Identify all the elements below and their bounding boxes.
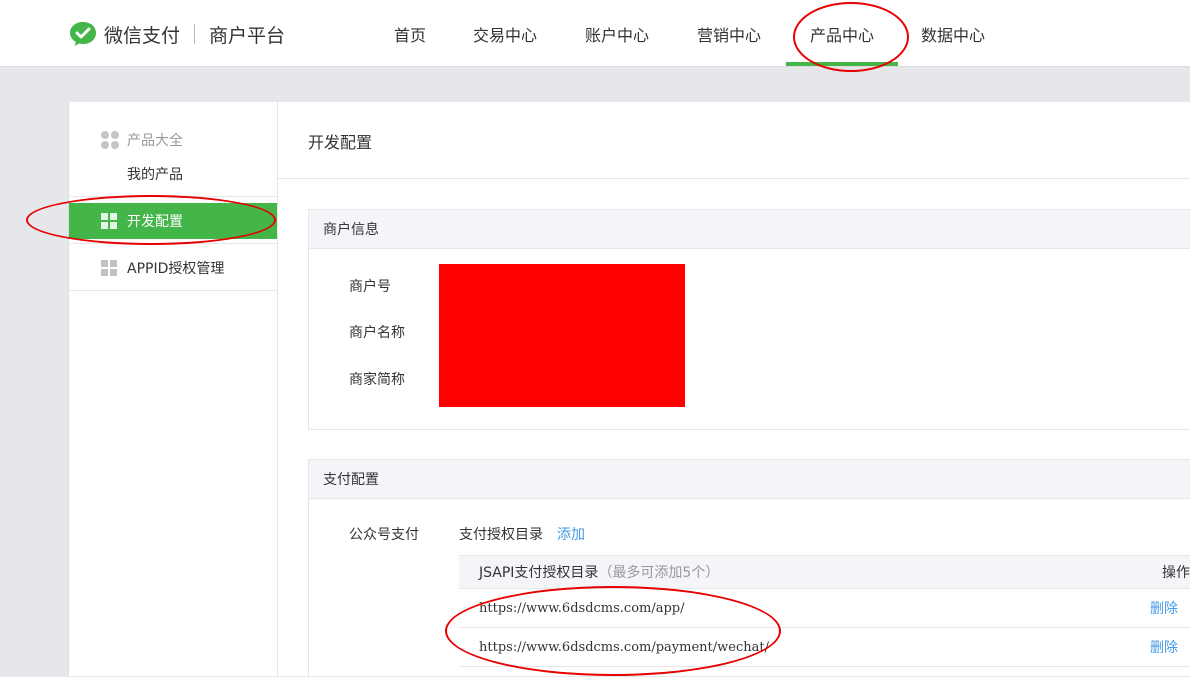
table-header-hint: （最多可添加5个）: [598, 565, 720, 581]
top-navbar: 微信支付 商户平台 首页 交易中心 账户中心 营销中心 产品中心 数据中心: [0, 0, 1190, 67]
pay-config-section: 支付配置 公众号支付 支付授权目录 添加 JSAPI支付授权目录 （最多可添加5…: [308, 459, 1190, 677]
sidebar-item-my-products[interactable]: 我的产品: [127, 164, 183, 184]
sidebar-item-appid-auth[interactable]: APPID授权管理: [69, 250, 277, 286]
dir-url: https://www.6dsdcms.com/payment/wechat/: [479, 639, 769, 655]
merchant-id-label: 商户号: [349, 279, 391, 295]
table-row: https://www.6dsdcms.com/payment/wechat/ …: [459, 628, 1190, 667]
logo[interactable]: 微信支付 商户平台: [68, 19, 285, 49]
logo-divider: [194, 24, 196, 44]
nav-data[interactable]: 数据中心: [921, 22, 985, 46]
merchant-short-name-label: 商家简称: [349, 372, 405, 388]
page-title: 开发配置: [308, 133, 373, 152]
table-row: https://www.6dsdcms.com/app/ 删除: [459, 589, 1190, 628]
sidebar-divider: [69, 243, 277, 244]
wechat-pay-logo-icon: [70, 22, 96, 46]
sidebar: 产品大全 我的产品 开发配置 APPID授权管理: [69, 102, 278, 676]
grid-icon: [101, 260, 117, 276]
redacted-merchant-values: [439, 264, 685, 407]
nav-account[interactable]: 账户中心: [585, 22, 649, 46]
nav-active-indicator: [786, 62, 898, 66]
table-header: JSAPI支付授权目录 （最多可添加5个） 操作: [459, 555, 1190, 589]
nav-products[interactable]: 产品中心: [810, 22, 874, 46]
pay-dir-label: 支付授权目录: [459, 527, 543, 543]
main-content: 开发配置 商户信息 商户号 商户名称 商家简称 支付配置 公众号支付 支付授权目…: [278, 102, 1190, 677]
content-panel: 产品大全 我的产品 开发配置 APPID授权管理 开发配置 商户信息 商户号 商…: [68, 102, 1190, 677]
jsapi-pay-label: 公众号支付: [349, 527, 419, 543]
grid-icon: [101, 213, 117, 229]
merchant-info-section: 商户信息 商户号 商户名称 商家简称: [308, 209, 1190, 430]
table-header-op: 操作: [1162, 565, 1190, 581]
section-title: 支付配置: [309, 460, 1190, 499]
sidebar-item-label: 开发配置: [127, 214, 183, 230]
add-dir-link[interactable]: 添加: [557, 524, 585, 544]
title-divider: [278, 178, 1190, 179]
sidebar-divider: [69, 290, 277, 291]
nav-marketing[interactable]: 营销中心: [697, 22, 761, 46]
nav-home[interactable]: 首页: [394, 22, 426, 46]
brand-name: 微信支付: [104, 24, 181, 47]
dir-url: https://www.6dsdcms.com/app/: [479, 600, 685, 616]
section-title: 商户信息: [309, 210, 1190, 249]
delete-link[interactable]: 删除: [1150, 637, 1178, 657]
sidebar-item-label: APPID授权管理: [127, 261, 225, 277]
nav-transactions[interactable]: 交易中心: [473, 22, 537, 46]
merchant-name-label: 商户名称: [349, 325, 405, 341]
clover-icon: [101, 131, 119, 149]
table-header-dir: JSAPI支付授权目录: [479, 565, 599, 581]
platform-name: 商户平台: [209, 24, 286, 47]
sidebar-group-label: 产品大全: [127, 133, 183, 149]
auth-dir-table: JSAPI支付授权目录 （最多可添加5个） 操作 https://www.6ds…: [459, 555, 1190, 667]
sidebar-group-products[interactable]: 产品大全: [101, 130, 183, 150]
sidebar-item-dev-config[interactable]: 开发配置: [69, 203, 277, 239]
delete-link[interactable]: 删除: [1150, 598, 1178, 618]
sidebar-divider: [69, 196, 277, 197]
